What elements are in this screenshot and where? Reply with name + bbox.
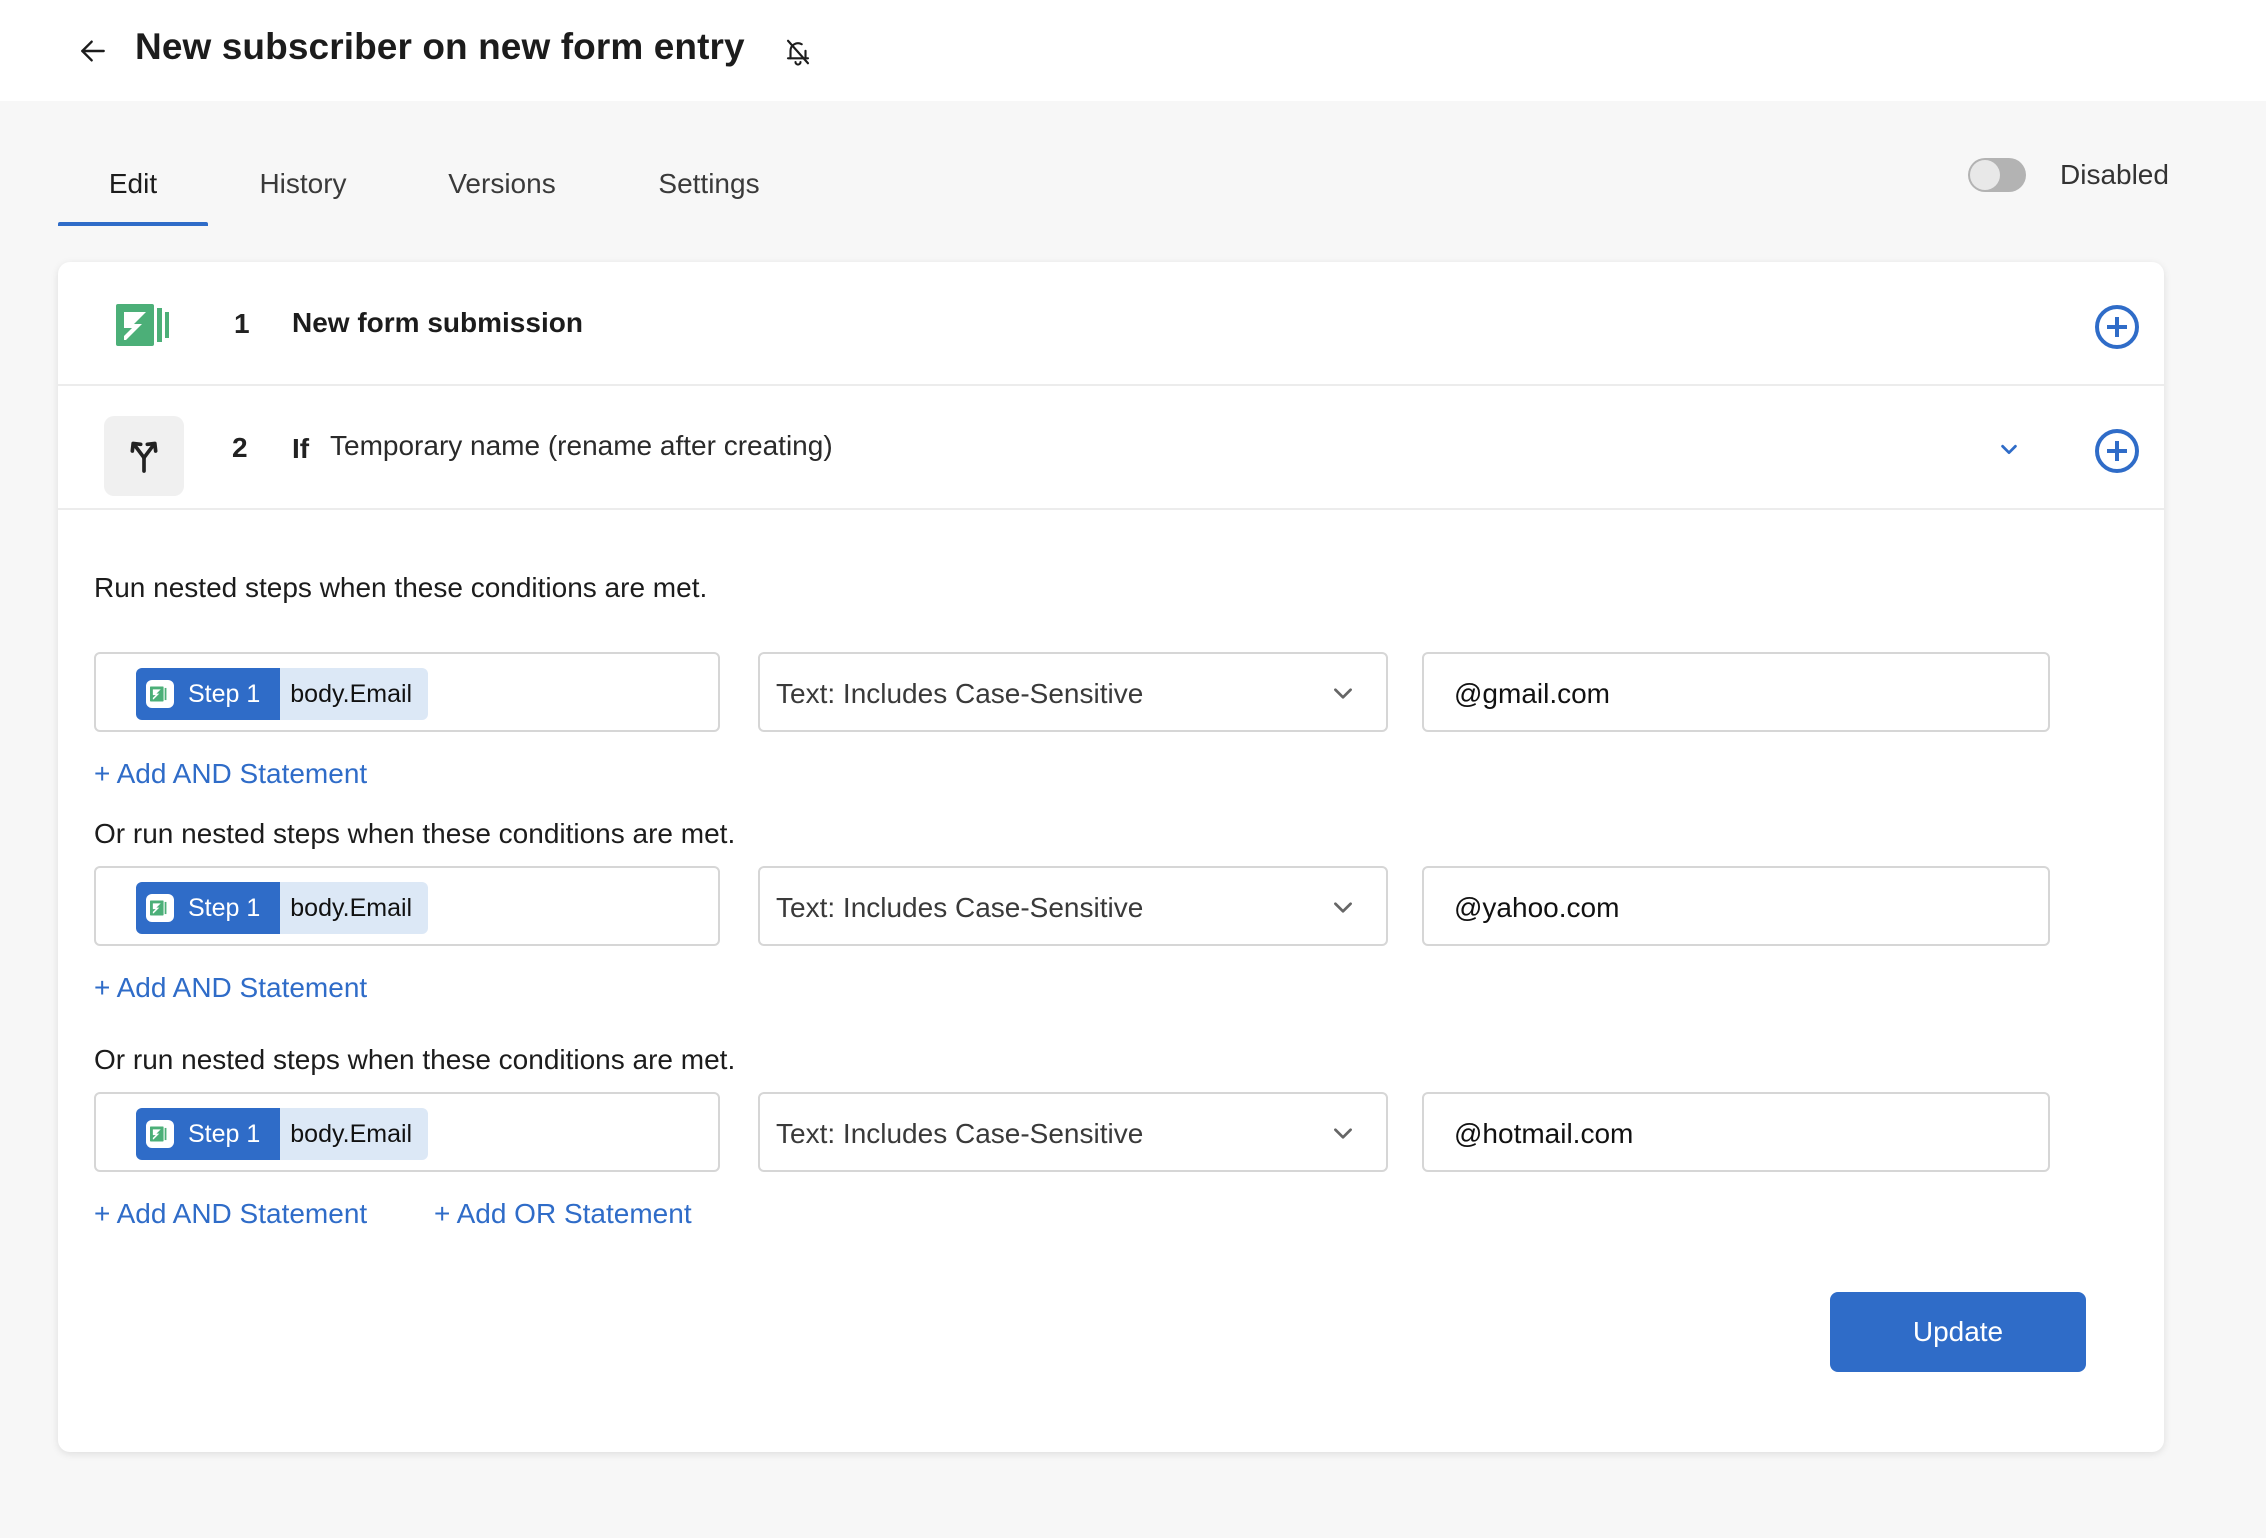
form-app-icon [116, 304, 169, 346]
operator-value: Text: Includes Case-Sensitive [776, 678, 1144, 709]
tab-label: Versions [448, 168, 556, 199]
notifications-button[interactable] [780, 34, 816, 70]
step-title: New form submission [292, 307, 583, 338]
value-input[interactable] [1422, 866, 2050, 946]
tab-label: Edit [108, 168, 158, 199]
form-app-icon [146, 894, 174, 922]
chevron-down-icon [1334, 1128, 1352, 1139]
chevron-down-icon [1334, 902, 1352, 913]
step-row-trigger[interactable]: 1 New form submission [58, 262, 2164, 386]
variable-field[interactable]: Step 1 body.Email [94, 866, 720, 946]
condition-group-label: Or run nested steps when these condition… [94, 818, 736, 849]
chip-step-label: Step 1 [188, 1119, 261, 1148]
active-tab-indicator [58, 222, 208, 226]
back-button[interactable] [74, 32, 112, 70]
condition-name[interactable]: Temporary name (rename after creating) [330, 430, 833, 462]
add-step-icon[interactable] [2094, 428, 2140, 474]
if-keyword: If [292, 433, 310, 464]
value-input-text[interactable] [1454, 678, 2014, 710]
chevron-down-icon [2001, 444, 2017, 455]
form-app-icon [146, 680, 174, 708]
operator-value: Text: Includes Case-Sensitive [776, 1118, 1144, 1149]
operator-select[interactable]: Text: Includes Case-Sensitive [758, 866, 1388, 946]
enable-toggle[interactable] [1968, 158, 2026, 192]
tab-edit[interactable]: Edit [58, 140, 208, 228]
form-app-icon [146, 1120, 174, 1148]
arrow-left-icon [81, 40, 105, 62]
tab-label: History [259, 168, 347, 199]
chip-step-label: Step 1 [188, 679, 261, 708]
add-and-statement-link[interactable]: + Add AND Statement [94, 1198, 367, 1230]
step-number: 2 [232, 432, 248, 463]
condition-group-label: Run nested steps when these conditions a… [94, 572, 708, 603]
chip-step: Step 1 [136, 1108, 281, 1160]
chip-field-name: body.Email [280, 1108, 429, 1160]
status-toggle-group: Disabled [1968, 158, 2169, 192]
page-title: New subscriber on new form entry [135, 26, 745, 67]
value-input-text[interactable] [1454, 1118, 2014, 1150]
bell-off-icon [786, 39, 810, 66]
tab-history[interactable]: History [208, 140, 398, 228]
step-row-condition[interactable]: 2 If Temporary name (rename after creati… [58, 386, 2164, 510]
add-and-statement-link[interactable]: + Add AND Statement [94, 758, 367, 790]
operator-value: Text: Includes Case-Sensitive [776, 892, 1144, 923]
tab-versions[interactable]: Versions [398, 140, 606, 228]
add-and-statement-link[interactable]: + Add AND Statement [94, 972, 367, 1004]
chip-step: Step 1 [136, 668, 281, 720]
chip-step: Step 1 [136, 882, 281, 934]
condition-group: Or run nested steps when these condition… [94, 818, 2134, 1008]
top-bar: New subscriber on new form entry [0, 0, 2266, 101]
chip-field-name: body.Email [280, 668, 429, 720]
variable-chip[interactable]: Step 1 body.Email [136, 668, 429, 720]
chip-field-name: body.Email [280, 882, 429, 934]
toggle-status-label: Disabled [2060, 159, 2169, 190]
tab-settings[interactable]: Settings [606, 140, 812, 228]
add-or-statement-link[interactable]: + Add OR Statement [434, 1198, 692, 1230]
workflow-card: 1 New form submission 2 If Temporary nam… [58, 262, 2164, 1452]
tab-label: Settings [658, 168, 760, 199]
value-input-text[interactable] [1454, 892, 2014, 924]
value-input[interactable] [1422, 652, 2050, 732]
branch-icon [130, 441, 158, 473]
branch-icon-box [104, 416, 184, 496]
expand-button[interactable] [1994, 434, 2024, 464]
step-number: 1 [234, 308, 250, 339]
toggle-knob [1970, 160, 2000, 190]
chip-step-label: Step 1 [188, 893, 261, 922]
update-button[interactable]: Update [1830, 1292, 2086, 1372]
value-input[interactable] [1422, 1092, 2050, 1172]
operator-select[interactable]: Text: Includes Case-Sensitive [758, 652, 1388, 732]
add-step-icon[interactable] [2094, 304, 2140, 350]
condition-group: Run nested steps when these conditions a… [94, 572, 2134, 789]
chevron-down-icon [1334, 688, 1352, 699]
variable-field[interactable]: Step 1 body.Email [94, 1092, 720, 1172]
variable-chip[interactable]: Step 1 body.Email [136, 882, 429, 934]
variable-chip[interactable]: Step 1 body.Email [136, 1108, 429, 1160]
variable-field[interactable]: Step 1 body.Email [94, 652, 720, 732]
condition-group: Or run nested steps when these condition… [94, 1044, 2134, 1254]
operator-select[interactable]: Text: Includes Case-Sensitive [758, 1092, 1388, 1172]
tab-bar: Edit History Versions Settings [58, 140, 812, 228]
condition-group-label: Or run nested steps when these condition… [94, 1044, 736, 1075]
